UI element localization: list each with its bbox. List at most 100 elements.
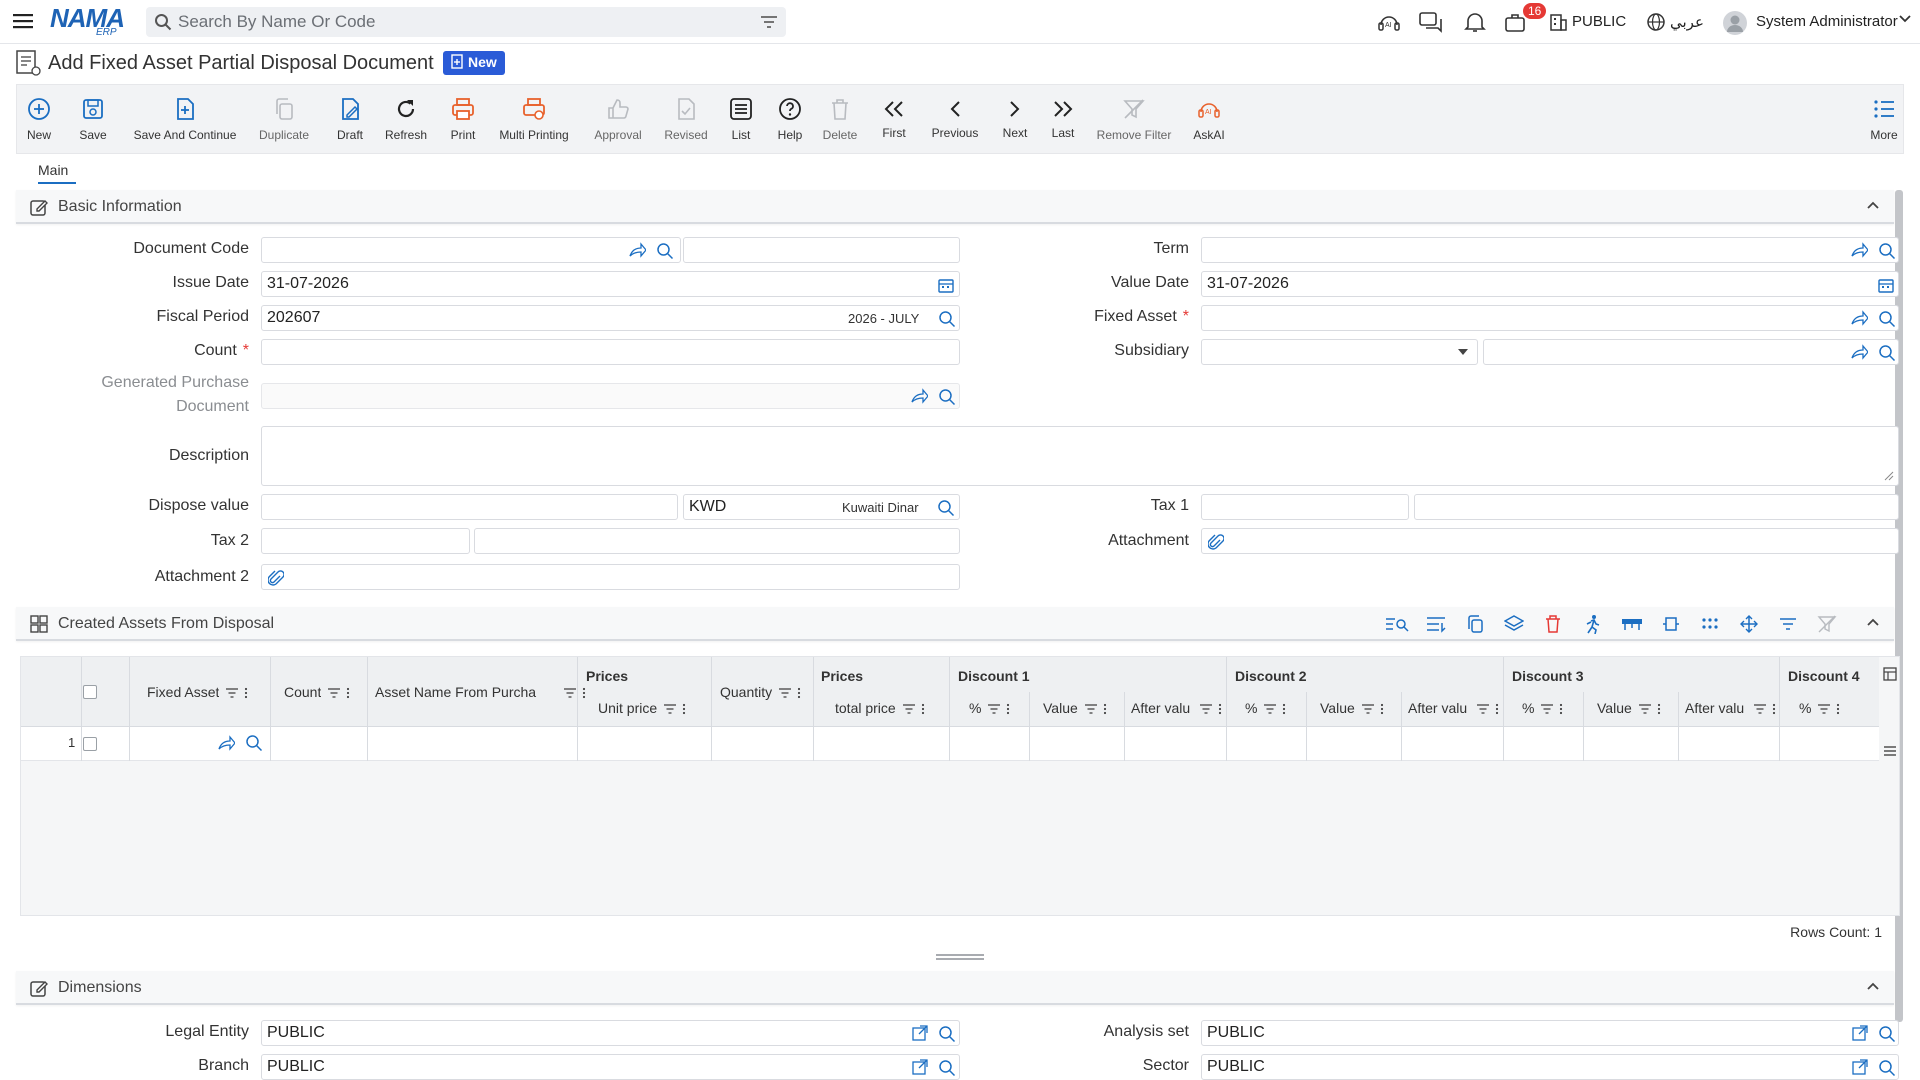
col-discount3-value[interactable]: Value [1597,700,1632,716]
lookup-search-icon[interactable] [938,1059,956,1077]
basic-information-header[interactable]: Basic Information [16,190,1894,224]
description-textarea[interactable] [261,426,1899,486]
dimensions-header[interactable]: Dimensions [16,971,1894,1005]
col-discount2-pct[interactable]: % [1245,700,1257,716]
refresh-button[interactable]: Refresh [381,85,431,153]
chevron-up-icon[interactable] [1866,200,1880,210]
column-filter-menu-icon[interactable] [1476,703,1500,715]
next-record-button[interactable]: Next [997,85,1033,153]
attachment2-field[interactable] [261,564,960,590]
col-total-price[interactable]: total price [835,700,896,716]
multi-printing-button[interactable]: Multi Printing [494,85,574,153]
hamburger-menu-icon[interactable] [12,11,36,33]
column-filter-menu-icon[interactable] [1540,703,1564,715]
lookup-search-icon[interactable] [937,499,955,517]
column-filter-menu-icon[interactable] [663,703,687,715]
column-filter-menu-icon[interactable] [327,687,351,699]
calendar-icon[interactable] [938,277,954,293]
col-discount2-after[interactable]: After valu [1408,700,1470,716]
grid-search-icon[interactable] [1382,611,1412,637]
column-filter-menu-icon[interactable] [1638,703,1662,715]
column-filter-menu-icon[interactable] [902,703,926,715]
share-icon[interactable] [217,735,235,751]
revised-button[interactable]: Revised [660,85,712,153]
issue-date-field[interactable]: 31-07-2026 [261,271,960,297]
share-icon[interactable] [628,242,646,258]
subsidiary-field[interactable] [1483,339,1899,365]
more-button[interactable]: More [1867,85,1901,153]
col-discount1-pct[interactable]: % [969,700,981,716]
legal-entity-field[interactable]: PUBLIC [261,1020,960,1046]
fit-columns-icon[interactable] [1656,611,1686,637]
sector-field[interactable]: PUBLIC [1201,1054,1899,1080]
last-record-button[interactable]: Last [1046,85,1080,153]
value-date-field[interactable]: 31-07-2026 [1201,271,1899,297]
row-menu-icon[interactable] [1883,745,1897,757]
lookup-search-icon[interactable] [1878,1059,1896,1077]
col-asset-name[interactable]: Asset Name From Purcha [375,684,557,700]
document-code-name-field[interactable] [683,237,960,263]
currency-field[interactable]: KWD Kuwaiti Dinar [683,494,960,520]
lookup-search-icon[interactable] [1878,310,1896,328]
term-field[interactable] [1201,237,1899,263]
chevron-up-icon[interactable] [1866,617,1880,627]
share-icon[interactable] [1850,242,1868,258]
paperclip-icon[interactable] [268,569,284,587]
previous-record-button[interactable]: Previous [927,85,983,153]
grid-dots-icon[interactable] [1695,611,1725,637]
table-row[interactable]: 1 [21,727,1879,761]
ai-assistant-icon[interactable]: AI [1376,10,1402,34]
lookup-search-icon[interactable] [938,310,956,328]
run-icon[interactable] [1577,611,1607,637]
calendar-icon[interactable] [1878,277,1894,293]
col-fixed-asset[interactable]: Fixed Asset [147,684,219,700]
col-discount1-after[interactable]: After valu [1131,700,1193,716]
lookup-search-icon[interactable] [656,242,674,260]
duplicate-button[interactable]: Duplicate [256,85,312,153]
column-chooser-icon[interactable] [1883,667,1897,681]
column-filter-menu-icon[interactable] [1084,703,1108,715]
nama-erp-logo[interactable]: NAMA ERP [50,5,134,38]
subsidiary-type-select[interactable] [1201,339,1478,365]
share-icon[interactable] [1850,344,1868,360]
tax1-name-field[interactable] [1414,494,1899,520]
fixed-asset-field[interactable] [1201,305,1899,331]
count-field[interactable] [261,339,960,365]
bell-icon[interactable] [1462,10,1488,34]
column-filter-menu-icon[interactable] [1753,703,1777,715]
print-button[interactable]: Print [444,85,482,153]
external-link-icon[interactable] [1852,1059,1868,1075]
chevron-down-icon[interactable] [1898,14,1914,38]
column-filter-menu-icon[interactable] [987,703,1011,715]
dropdown-arrow-icon[interactable] [1458,348,1468,356]
analysis-set-field[interactable]: PUBLIC [1201,1020,1899,1046]
lookup-search-icon[interactable] [1878,344,1896,362]
search-input[interactable] [178,12,738,32]
col-discount3-after[interactable]: After valu [1685,700,1747,716]
delete-button[interactable]: Delete [820,85,860,153]
insert-row-icon[interactable] [1421,611,1451,637]
company-selector[interactable]: PUBLIC [1572,13,1626,30]
draft-button[interactable]: Draft [330,85,370,153]
external-link-icon[interactable] [912,1059,928,1075]
save-button[interactable]: Save [75,85,111,153]
column-filter-menu-icon[interactable] [1361,703,1385,715]
dispose-value-field[interactable] [261,494,678,520]
tax1-code-field[interactable] [1201,494,1409,520]
column-filter-menu-icon[interactable] [1263,703,1287,715]
lookup-search-icon[interactable] [938,388,956,406]
filter-icon[interactable] [1773,611,1803,637]
resize-handle-icon[interactable] [1884,471,1894,481]
branch-field[interactable]: PUBLIC [261,1054,960,1080]
lookup-search-icon[interactable] [938,1025,956,1043]
paperclip-icon[interactable] [1208,533,1224,551]
col-quantity[interactable]: Quantity [720,684,772,700]
fiscal-period-field[interactable]: 202607 2026 - JULY [261,305,960,331]
column-filter-menu-icon[interactable] [1199,703,1223,715]
help-button[interactable]: Help [772,85,808,153]
move-icon[interactable] [1734,611,1764,637]
grid-resize-handle[interactable] [936,954,984,960]
layers-icon[interactable] [1499,611,1529,637]
document-code-field[interactable] [261,237,681,263]
column-filter-menu-icon[interactable] [563,687,587,699]
